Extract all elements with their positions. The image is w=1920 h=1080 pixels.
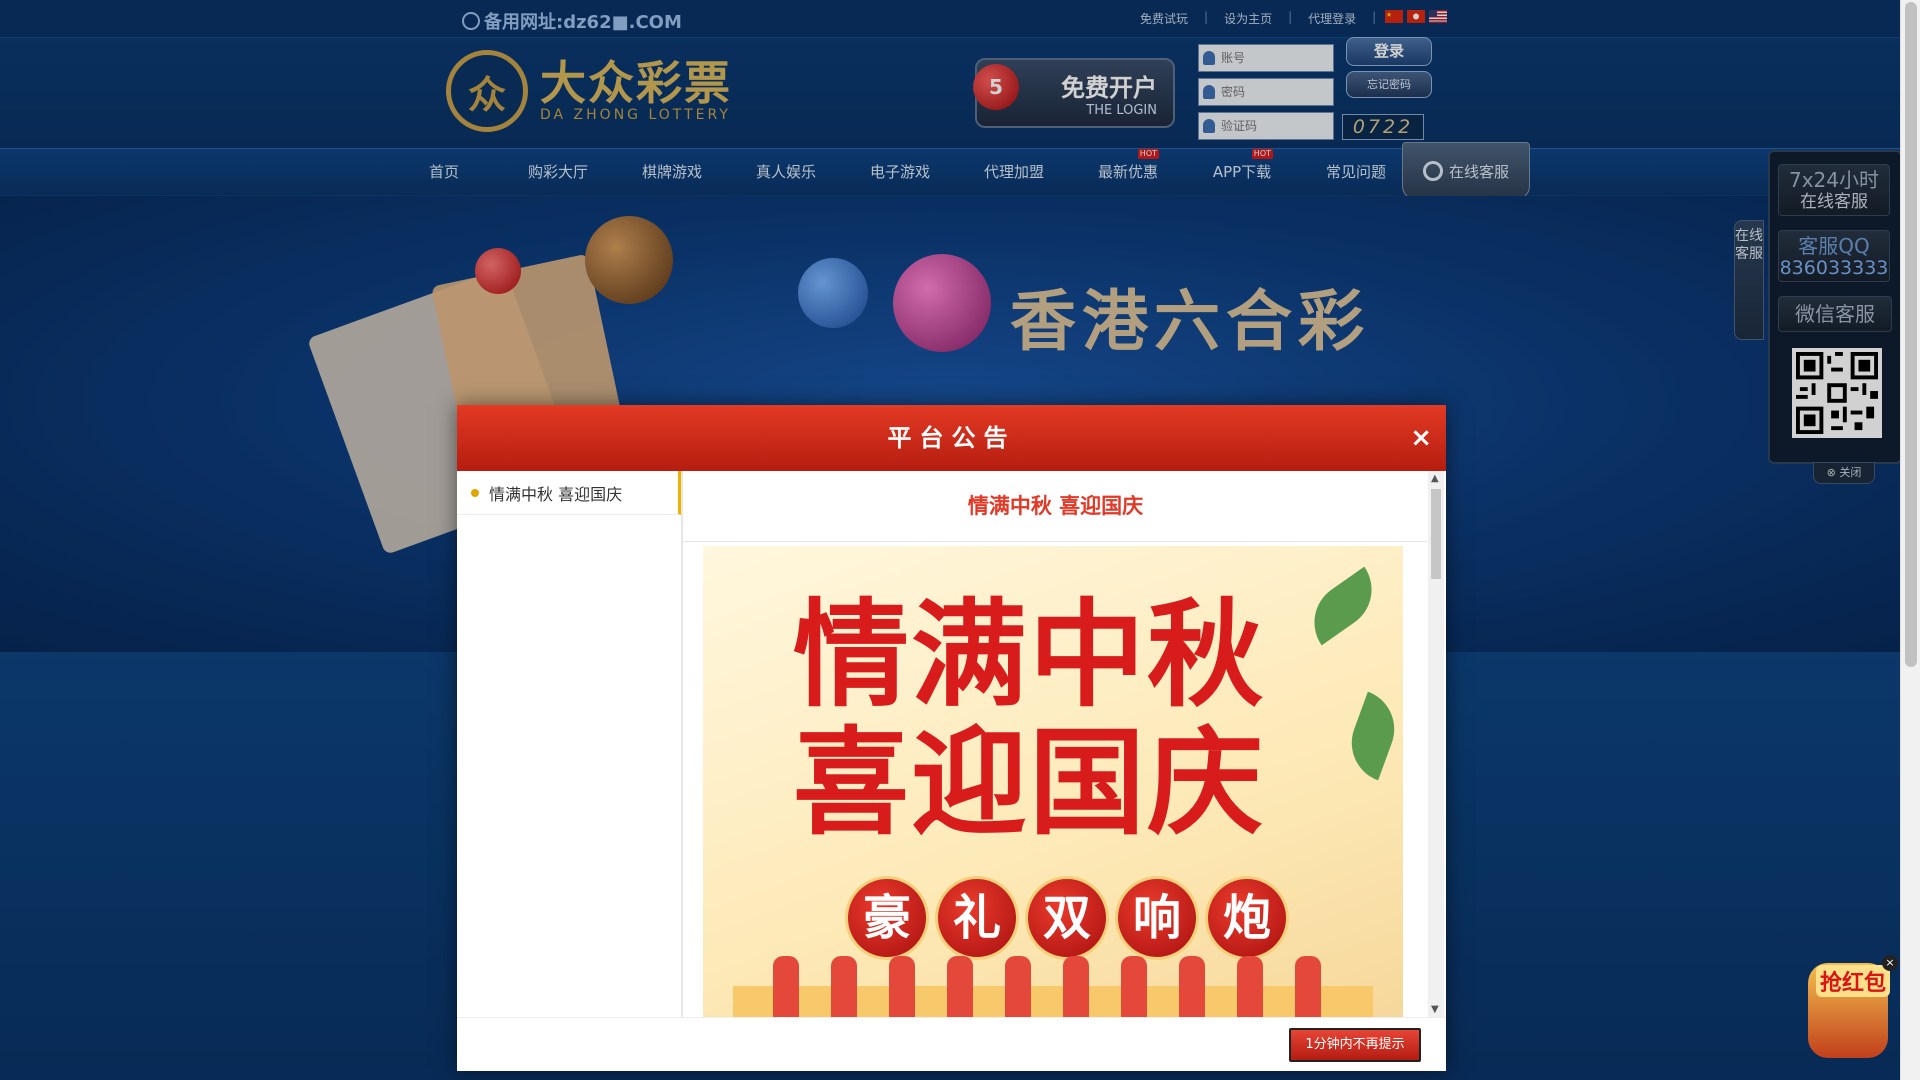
announcement-title: 情满中秋 喜迎国庆 bbox=[683, 471, 1428, 542]
firework-decoration bbox=[1295, 956, 1321, 1017]
poster-circle-char: 响 bbox=[1115, 876, 1199, 960]
announcement-poster: 情满中秋 喜迎国庆 豪 礼 双 响 炮 bbox=[703, 546, 1403, 1017]
close-icon[interactable]: × bbox=[1410, 405, 1432, 471]
scroll-down-icon[interactable]: ▼ bbox=[1431, 1004, 1439, 1015]
poster-line-2: 喜迎国庆 bbox=[793, 716, 1265, 851]
firework-decoration bbox=[773, 956, 799, 1017]
red-packet-widget[interactable]: 抢红包 × bbox=[1800, 955, 1898, 1065]
poster-circles: 豪 礼 双 响 炮 bbox=[845, 876, 1289, 960]
scrollbar-thumb[interactable] bbox=[1905, 2, 1917, 667]
scrollbar-thumb[interactable] bbox=[1431, 489, 1441, 579]
poster-circle-char: 礼 bbox=[935, 876, 1019, 960]
announcement-modal: 平台公告 × 情满中秋 喜迎国庆 情满中秋 喜迎国庆 情满中秋 喜迎国庆 豪 礼… bbox=[457, 405, 1446, 1071]
firework-decoration bbox=[1237, 956, 1263, 1017]
announcement-item-label: 情满中秋 喜迎国庆 bbox=[489, 484, 623, 504]
scroll-up-icon[interactable]: ▲ bbox=[1431, 473, 1439, 484]
announcement-content: 情满中秋 喜迎国庆 情满中秋 喜迎国庆 豪 礼 双 响 炮 bbox=[683, 471, 1428, 1017]
close-icon[interactable]: × bbox=[1882, 955, 1898, 971]
modal-title: 平台公告 bbox=[887, 424, 1016, 452]
red-packet-label: 抢红包 bbox=[1816, 965, 1891, 997]
firework-decoration bbox=[1063, 956, 1089, 1017]
poster-circle-char: 炮 bbox=[1205, 876, 1289, 960]
firework-decoration bbox=[1121, 956, 1147, 1017]
content-scrollbar[interactable]: ▲ ▼ bbox=[1428, 471, 1444, 1017]
modal-header: 平台公告 × bbox=[457, 405, 1446, 471]
leaf-decoration bbox=[1298, 566, 1388, 646]
bullet-icon bbox=[471, 488, 479, 497]
poster-circle-char: 双 bbox=[1025, 876, 1109, 960]
leaf-decoration bbox=[1340, 691, 1403, 781]
announcement-list-item[interactable]: 情满中秋 喜迎国庆 bbox=[457, 471, 681, 515]
firework-decoration bbox=[1005, 956, 1031, 1017]
poster-ground bbox=[733, 986, 1373, 1017]
firework-decoration bbox=[947, 956, 973, 1017]
dismiss-one-minute-button[interactable]: 1分钟内不再提示 bbox=[1289, 1028, 1421, 1062]
poster-circle-char: 豪 bbox=[845, 876, 929, 960]
announcement-list: 情满中秋 喜迎国庆 bbox=[457, 471, 683, 1017]
firework-decoration bbox=[889, 956, 915, 1017]
page-scrollbar[interactable] bbox=[1900, 0, 1920, 1080]
poster-line-1: 情满中秋 bbox=[793, 588, 1265, 723]
firework-decoration bbox=[1179, 956, 1205, 1017]
firework-decoration bbox=[831, 956, 857, 1017]
modal-footer: 1分钟内不再提示 bbox=[457, 1017, 1446, 1071]
